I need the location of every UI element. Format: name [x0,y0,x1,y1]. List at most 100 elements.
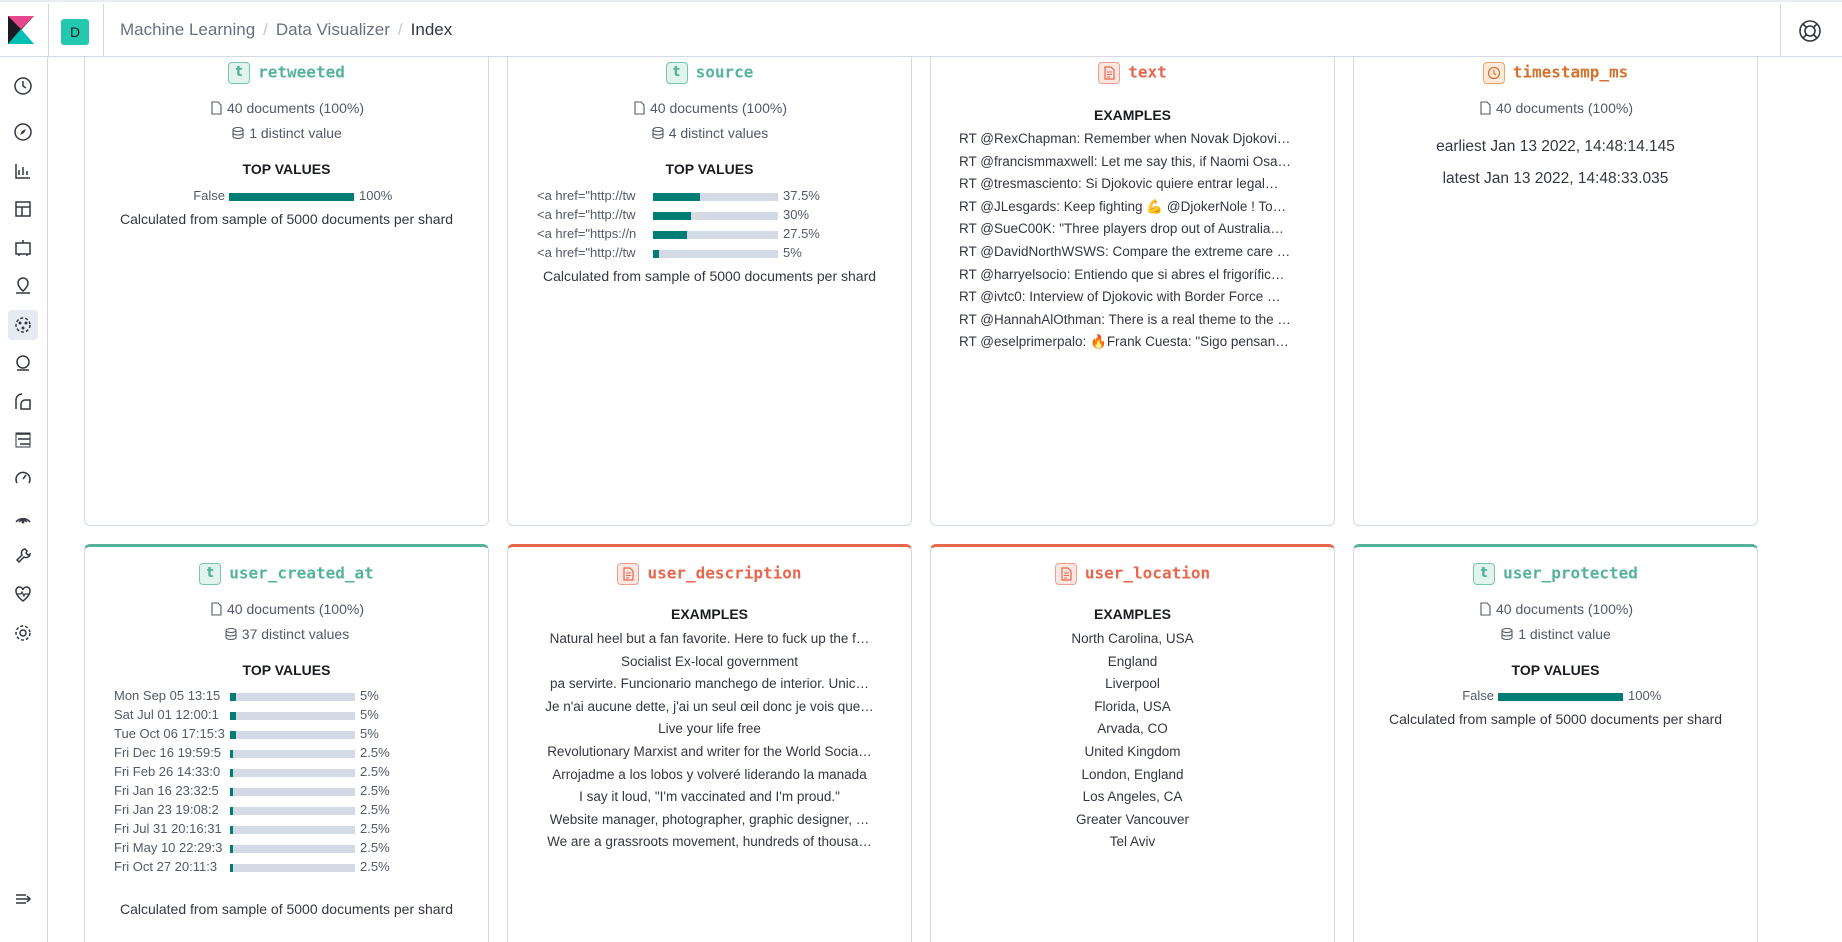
top-value-row: Tue Oct 06 17:15:3 5% [85,726,488,744]
field-title: user_location [931,563,1334,589]
logs-icon[interactable] [8,425,38,455]
document-icon [634,101,645,115]
top-value-label: <a href="https://n [537,226,637,241]
example-item: RT @eselprimerpalo: 🔥Frank Cuesta: "Sigo… [959,334,1289,350]
field-name: user_created_at [229,563,374,583]
dev-tools-icon[interactable] [8,541,38,571]
document-icon [1480,101,1491,115]
text-type-icon [1054,563,1077,585]
top-value-bar [653,193,778,201]
maps-icon[interactable] [8,271,38,301]
machine-learning-icon[interactable] [8,310,38,340]
top-value-bar [230,731,355,739]
top-value-row: Fri Dec 16 19:59:5 2.5% [85,745,488,763]
example-item: Natural heel but a fan favorite. Here to… [549,631,870,646]
breadcrumb-machine-learning[interactable]: Machine Learning [120,20,255,39]
example-item: Website manager, photographer, graphic d… [549,811,870,827]
top-value-row: Fri May 10 22:29:3 2.5% [85,840,488,858]
example-item: RT @harryelsocio: Entiendo que si abres … [959,266,1285,282]
field-title: t retweeted [85,62,488,88]
top-value-bar [230,826,355,834]
top-value-label: Tue Oct 06 17:15:3 [114,726,225,741]
top-value-row: <a href="http://tw 30% [508,207,911,225]
keyword-type-icon: t [665,62,688,84]
observability-icon[interactable] [8,387,38,417]
document-count: 40 documents (100%) [1354,100,1757,116]
example-item: RT @SueC00K: "Three players drop out of … [959,221,1284,237]
document-count: 40 documents (100%) [508,100,911,116]
breadcrumb-data-visualizer[interactable]: Data Visualizer [276,20,390,39]
top-value-percent: 2.5% [360,783,390,798]
field-title: t user_protected [1354,563,1757,589]
top-value-row: Fri Jan 23 19:08:2 2.5% [85,802,488,820]
stack-monitoring-icon[interactable] [8,579,38,609]
collapse-icon[interactable] [8,884,38,914]
clock-icon[interactable] [8,71,38,101]
date-type-icon [1482,62,1505,84]
top-value-percent: 2.5% [360,802,390,817]
example-item: Arvada, CO [1097,721,1168,737]
top-value-percent: 5% [360,707,379,722]
compass-icon[interactable] [8,117,38,147]
graph-icon[interactable] [8,348,38,378]
example-item: Arrojadme a los lobos y volveré liderand… [552,766,867,782]
example-item: Live your life free [658,721,761,737]
sample-note: Calculated from sample of 5000 documents… [119,901,454,917]
canvas-icon[interactable] [8,233,38,263]
top-value-bar-fill [230,864,234,872]
example-item: England [1107,653,1158,669]
top-value-percent: 2.5% [360,745,390,760]
example-item: RT @DavidNorthWSWS: Compare the extreme … [959,243,1291,259]
field-name: user_location [1084,563,1211,583]
top-value-label: False [1462,688,1494,703]
sample-note: Calculated from sample of 5000 documents… [542,268,877,284]
example-item: Je n'ai aucune dette, j'ai un seul œil d… [545,698,874,714]
field-title: text [931,62,1334,88]
top-value-percent: 30% [783,207,810,222]
document-icon [211,101,222,115]
top-value-percent: 5% [360,726,379,741]
field-card-user-created-at: t user_created_at 40 documents (100%) 37 … [84,544,489,942]
top-value-bar-fill [653,193,700,201]
top-value-row: Fri Jan 16 23:32:5 2.5% [85,783,488,801]
top-value-bar-fill [230,750,234,758]
dashboard-icon[interactable] [8,194,38,224]
kibana-logo-icon[interactable] [8,16,34,44]
database-icon [652,126,664,140]
top-value-row: Sat Jul 01 12:00:1 5% [85,707,488,725]
document-count: 40 documents (100%) [85,601,488,617]
field-title: timestamp_ms [1354,62,1757,88]
example-item: RT @tresmasciento: Si Djokovic quiere en… [959,176,1279,192]
field-card-user-protected: t user_protected 40 documents (100%) 1 di… [1353,544,1758,942]
chart-icon[interactable] [8,156,38,186]
top-value-label: False [193,188,225,203]
top-value-bar-fill [229,193,354,201]
top-value-label: Fri May 10 22:29:3 [114,840,223,855]
top-value-percent: 2.5% [360,764,390,779]
top-value-label: Fri Dec 16 19:59:5 [114,745,221,760]
header-divider [103,4,104,58]
examples-title: EXAMPLES [1093,107,1171,123]
sample-note: Calculated from sample of 5000 documents… [1388,711,1723,727]
management-icon[interactable] [8,618,38,648]
top-value-bar [653,212,778,220]
top-value-bar-fill [1498,693,1623,701]
example-item: RT @HannahAlOthman: There is a real them… [959,311,1291,327]
side-nav [0,57,48,942]
keyword-type-icon: t [1473,563,1496,585]
field-card-user-location: user_location EXAMPLES North Carolina, U… [930,544,1335,942]
database-icon [225,627,237,641]
top-value-label: <a href="http://tw [537,188,636,203]
example-item: Greater Vancouver [1075,811,1190,827]
apm-icon[interactable] [8,464,38,494]
field-name: retweeted [258,62,345,82]
top-value-row: <a href="https://n 27.5% [508,226,911,244]
top-value-bar-fill [230,693,237,701]
top-value-bar [230,693,355,701]
space-avatar[interactable]: D [61,19,89,45]
uptime-icon[interactable] [8,502,38,532]
example-item: United Kingdom [1084,743,1181,759]
help-icon[interactable] [1797,18,1823,44]
top-value-percent: 37.5% [783,188,820,203]
top-value-bar-fill [653,250,660,258]
